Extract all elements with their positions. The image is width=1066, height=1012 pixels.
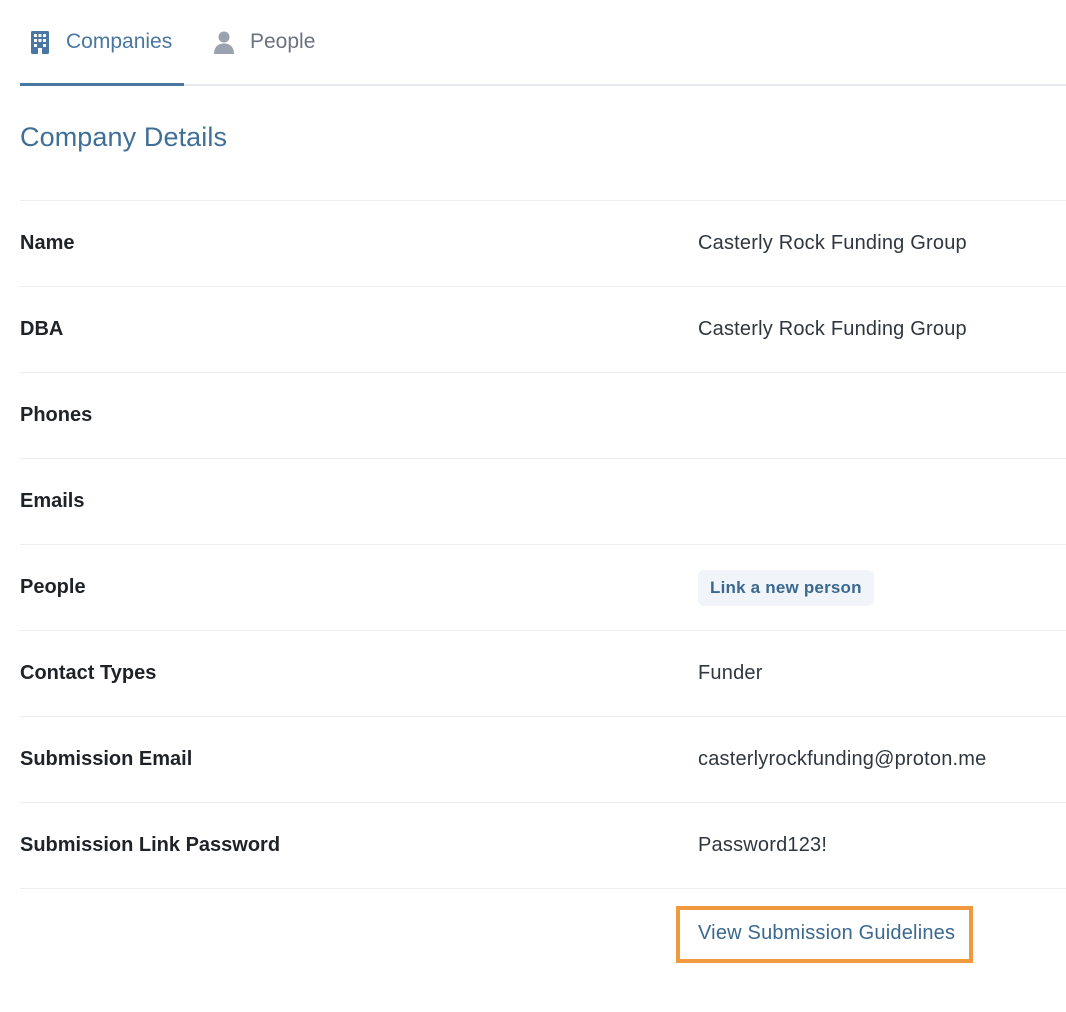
detail-value: casterlyrockfunding@proton.me xyxy=(698,748,987,770)
detail-row-name: Name Casterly Rock Funding Group xyxy=(20,201,1066,287)
detail-row-phones: Phones xyxy=(20,373,1066,459)
tab-people[interactable]: People xyxy=(204,0,323,84)
detail-row-emails: Emails xyxy=(20,459,1066,545)
detail-value: Casterly Rock Funding Group xyxy=(698,318,967,340)
detail-value: Funder xyxy=(698,662,763,684)
person-icon xyxy=(212,30,236,54)
guidelines-row: View Submission Guidelines xyxy=(20,889,1066,979)
company-page: Companies People Company Details Name Ca… xyxy=(20,0,1066,963)
tab-companies[interactable]: Companies xyxy=(20,0,184,86)
detail-label: Name xyxy=(20,232,75,254)
detail-label: Submission Email xyxy=(20,748,193,770)
detail-label: Emails xyxy=(20,490,85,512)
detail-row-dba: DBA Casterly Rock Funding Group xyxy=(20,287,1066,373)
link-new-person-button[interactable]: Link a new person xyxy=(698,569,874,606)
detail-row-people: People Link a new person xyxy=(20,545,1066,631)
detail-row-submission-email: Submission Email casterlyrockfunding@pro… xyxy=(20,717,1066,803)
view-submission-guidelines-link[interactable]: View Submission Guidelines xyxy=(676,905,974,963)
detail-value: Casterly Rock Funding Group xyxy=(698,232,967,254)
detail-row-contact-types: Contact Types Funder xyxy=(20,631,1066,717)
detail-label: Submission Link Password xyxy=(20,834,281,856)
detail-value: Link a new person xyxy=(698,569,874,606)
detail-label: DBA xyxy=(20,318,64,340)
detail-label: People xyxy=(20,576,86,598)
page-title: Company Details xyxy=(20,122,228,152)
tab-companies-label: Companies xyxy=(66,30,173,53)
detail-label: Phones xyxy=(20,404,93,426)
tab-bar: Companies People xyxy=(20,0,1066,86)
details-list: Name Casterly Rock Funding Group DBA Cas… xyxy=(20,200,1066,979)
building-icon xyxy=(28,30,52,54)
tab-people-label: People xyxy=(250,30,316,53)
detail-row-submission-password: Submission Link Password Password123! xyxy=(20,803,1066,889)
detail-value: Password123! xyxy=(698,834,828,856)
detail-label: Contact Types xyxy=(20,662,157,684)
